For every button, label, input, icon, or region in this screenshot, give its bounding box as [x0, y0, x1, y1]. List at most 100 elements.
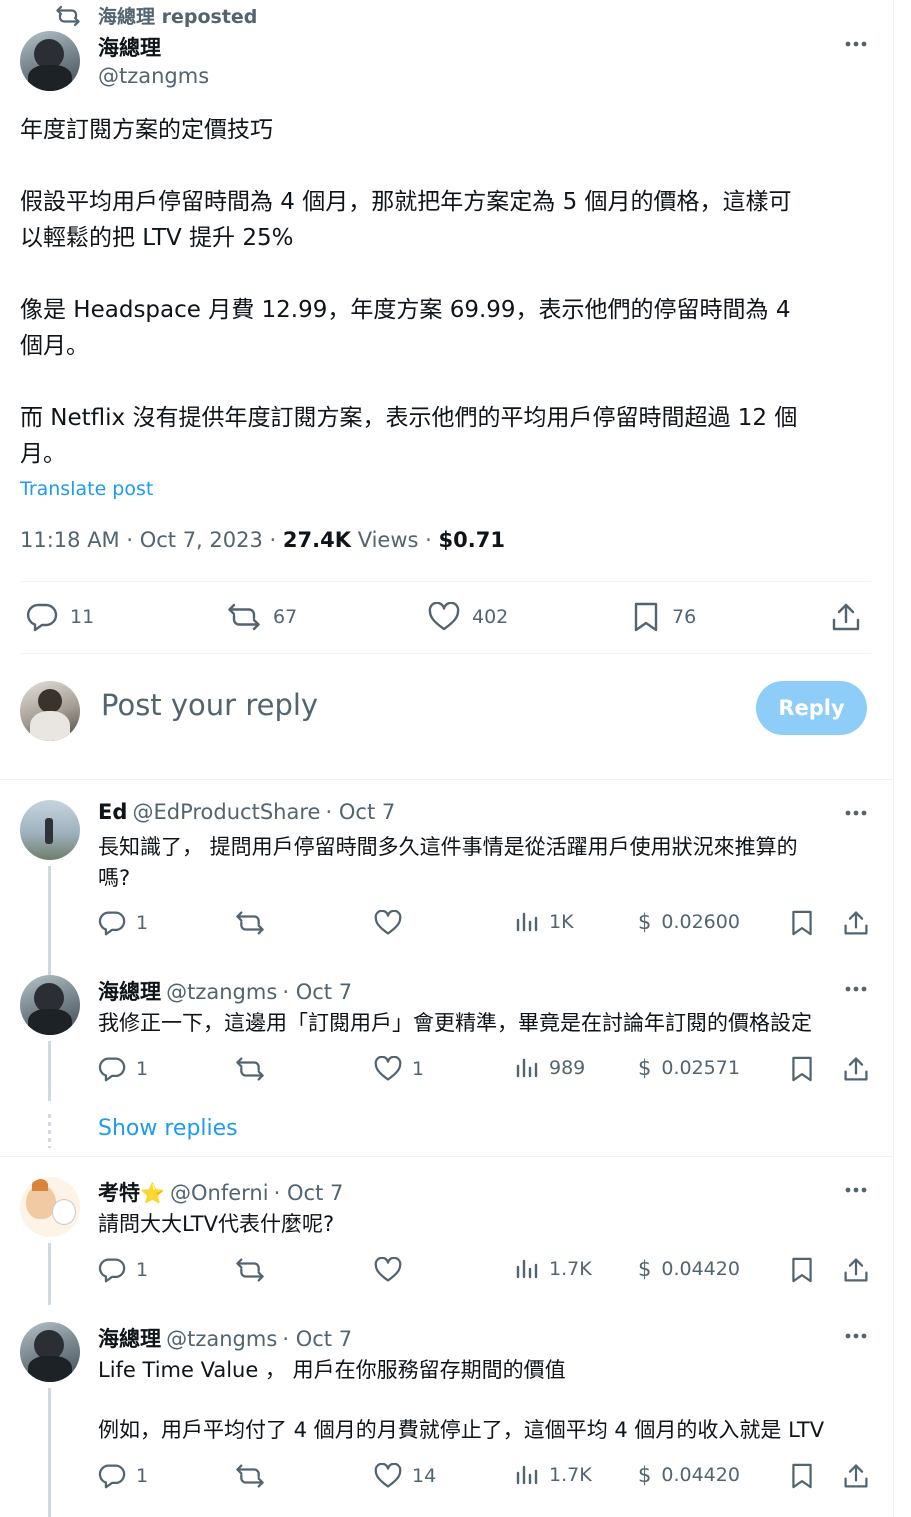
post-timestamp[interactable]: 11:18 AM · Oct 7, 2023: [20, 528, 263, 552]
views-button[interactable]: 989: [515, 1056, 585, 1080]
reply-count: 11: [70, 606, 95, 628]
share-icon: [843, 1257, 869, 1283]
thread-line: [48, 1388, 51, 1517]
more-options-icon[interactable]: [843, 34, 869, 54]
post-meta: 11:18 AM · Oct 7, 2023 · 27.4K Views · $…: [20, 528, 505, 552]
bookmark-button[interactable]: 76: [632, 602, 696, 632]
like-button[interactable]: 1: [374, 1056, 424, 1082]
bookmark-button[interactable]: [790, 1463, 814, 1489]
bookmark-button[interactable]: [790, 1257, 814, 1283]
reply-author-handle[interactable]: @Onferni: [170, 1181, 269, 1205]
repost-button[interactable]: [235, 1056, 275, 1082]
bookmark-button[interactable]: [790, 910, 814, 936]
views-button[interactable]: 1.7K: [515, 1257, 592, 1281]
reply-avatar[interactable]: [20, 1322, 80, 1382]
share-button[interactable]: [843, 1056, 869, 1082]
reply-author-handle[interactable]: @tzangms: [166, 1327, 277, 1351]
share-button[interactable]: [831, 602, 861, 632]
reply-avatar[interactable]: [20, 800, 80, 860]
heart-icon: [428, 602, 460, 632]
repost-count: 67: [273, 606, 298, 628]
author-handle[interactable]: @tzangms: [98, 64, 209, 88]
reply-header: 考特⭐ @Onferni · Oct 7: [98, 1177, 343, 1207]
repost-icon: [235, 1463, 265, 1489]
repost-label: 海總理 reposted: [98, 6, 258, 28]
reply-author-name[interactable]: Ed: [98, 800, 127, 824]
repost-button[interactable]: [235, 1257, 275, 1283]
reply-submit-button[interactable]: Reply: [756, 681, 867, 735]
my-avatar[interactable]: [20, 681, 80, 741]
reply-button[interactable]: 1: [98, 910, 148, 936]
author-name[interactable]: 海總理: [98, 32, 161, 62]
like-button[interactable]: 14: [374, 1463, 436, 1489]
repost-button[interactable]: [235, 910, 275, 936]
reply-author-name[interactable]: 海總理: [98, 1327, 161, 1351]
heart-icon: [374, 1257, 402, 1283]
views-button[interactable]: 1K: [515, 910, 574, 934]
reply-button[interactable]: 1: [98, 1463, 148, 1489]
reply-icon: [98, 910, 126, 936]
reply-line: 請問大大LTV代表什麼呢?: [98, 1212, 335, 1236]
post-earnings: $0.71: [438, 528, 505, 552]
author-avatar[interactable]: [20, 31, 80, 91]
like-button[interactable]: 402: [428, 602, 508, 632]
dollar-icon: $: [638, 910, 652, 934]
views-count: 1.7K: [549, 1464, 592, 1486]
tip-button[interactable]: $ 0.02600: [638, 910, 740, 934]
reply-line: Life Time Value ， 用戶在你服務留存期間的價值: [98, 1358, 566, 1382]
tip-button[interactable]: $ 0.04420: [638, 1257, 740, 1281]
reply-button[interactable]: 11: [26, 602, 94, 632]
reply-count: 1: [136, 1259, 149, 1281]
bookmark-icon: [790, 910, 814, 936]
views-button[interactable]: 1.7K: [515, 1463, 592, 1487]
share-button[interactable]: [843, 1463, 869, 1489]
share-icon: [843, 910, 869, 936]
views-icon: [515, 1463, 539, 1487]
reply-author-name[interactable]: 海總理: [98, 980, 161, 1004]
heart-icon: [374, 1056, 402, 1082]
reply-button[interactable]: 1: [98, 1257, 148, 1283]
divider: [20, 653, 871, 654]
reply-button[interactable]: 1: [98, 1056, 148, 1082]
post-line: 年度訂閱方案的定價技巧: [20, 117, 273, 143]
dollar-icon: $: [638, 1056, 652, 1080]
thread-line: [48, 866, 51, 978]
reply-author-name[interactable]: 考特: [98, 1181, 140, 1205]
thread-line: [48, 1243, 51, 1305]
more-options-icon[interactable]: [843, 803, 869, 823]
reply-avatar[interactable]: [20, 1177, 80, 1237]
tip-button[interactable]: $ 0.04420: [638, 1463, 740, 1487]
reply-count: 1: [136, 1465, 149, 1487]
share-button[interactable]: [843, 910, 869, 936]
reply-date[interactable]: · Oct 7: [326, 800, 396, 824]
share-icon: [831, 602, 861, 632]
reply-date[interactable]: · Oct 7: [282, 1327, 352, 1351]
like-button[interactable]: [374, 1257, 412, 1283]
show-replies-link[interactable]: Show replies: [98, 1116, 238, 1141]
views-icon: [515, 1056, 539, 1080]
reply-avatar[interactable]: [20, 975, 80, 1035]
repost-button[interactable]: 67: [227, 602, 297, 632]
reply-author-handle[interactable]: @EdProductShare: [132, 800, 320, 824]
reply-date[interactable]: · Oct 7: [274, 1181, 344, 1205]
bookmark-button[interactable]: [790, 1056, 814, 1082]
divider: [0, 779, 893, 780]
meta-separator: ·: [269, 528, 277, 552]
share-button[interactable]: [843, 1257, 869, 1283]
tip-button[interactable]: $ 0.02571: [638, 1056, 740, 1080]
reply-composer-input[interactable]: Post your reply: [101, 688, 318, 722]
like-button[interactable]: [374, 910, 412, 936]
post-line: 而 Netflix 沒有提供年度訂閱方案，表示他們的平均用戶停留時間超過 12 …: [20, 405, 798, 431]
repost-button[interactable]: [235, 1463, 275, 1489]
more-options-icon[interactable]: [843, 1326, 869, 1346]
post-line: 以輕鬆的把 LTV 提升 25%: [20, 225, 294, 251]
reply-author-handle[interactable]: @tzangms: [166, 980, 277, 1004]
views-count: 989: [549, 1057, 586, 1079]
post-line: 個月。: [20, 333, 89, 359]
translate-post-link[interactable]: Translate post: [20, 478, 153, 500]
like-count: 402: [472, 606, 509, 628]
more-options-icon[interactable]: [843, 1180, 869, 1200]
more-options-icon[interactable]: [843, 979, 869, 999]
reply-date[interactable]: · Oct 7: [282, 980, 352, 1004]
bookmark-icon: [790, 1463, 814, 1489]
